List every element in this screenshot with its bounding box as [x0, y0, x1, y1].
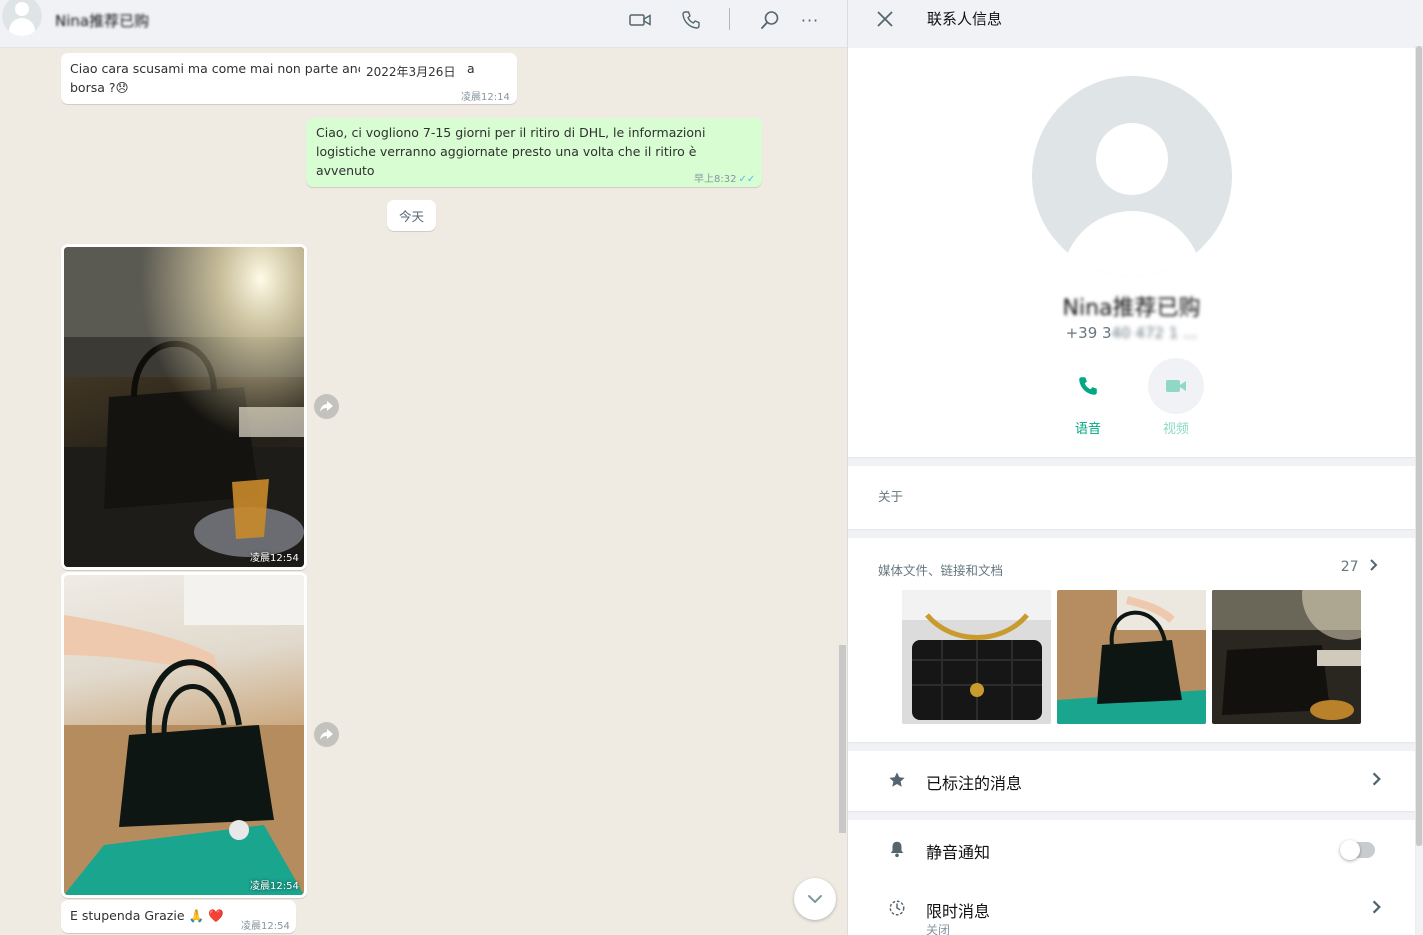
voice-call-icon — [1060, 358, 1116, 414]
message-bubble-incoming[interactable]: E stupenda Grazie 🙏 ❤️ 凌晨12:54 — [61, 900, 296, 933]
search-icon[interactable] — [756, 8, 784, 32]
chat-settings-section: 静音通知 限时消息 关闭 — [848, 820, 1415, 935]
message-text-tail: a — [467, 61, 475, 76]
voice-call-button[interactable]: 语音 — [1060, 358, 1116, 438]
date-separator: 今天 — [387, 200, 437, 231]
timer-icon — [888, 899, 908, 919]
contact-info-panel: 联系人信息 Nina推荐已购 +39 340 472 1 ... 语音 视频 关… — [847, 0, 1423, 935]
video-call-icon[interactable] — [626, 8, 654, 32]
media-section: 媒体文件、链接和文档 27 — [848, 538, 1415, 742]
starred-messages-label: 已标注的消息 — [926, 774, 1023, 793]
photo-illustration — [64, 575, 304, 895]
chevron-right-icon — [1371, 771, 1385, 789]
message-text: E stupenda Grazie — [70, 908, 185, 923]
floating-date-label: 2022年3月26日 — [360, 61, 462, 82]
mute-notifications-toggle[interactable] — [1340, 840, 1375, 860]
thumbnail-handbag-held — [1057, 590, 1206, 724]
voice-call-label: 语音 — [1074, 422, 1101, 437]
about-label: 关于 — [878, 489, 904, 504]
mute-notifications-label: 静音通知 — [926, 843, 991, 862]
message-time: 凌晨12:54 — [241, 921, 290, 932]
profile-card: Nina推荐已购 +39 340 472 1 ... 语音 视频 — [848, 48, 1415, 457]
chat-pane: Nina推荐已购 ··· Ciao cara scusami ma come m… — [0, 0, 847, 935]
contact-name: Nina推荐已购 — [1062, 296, 1201, 321]
starred-messages-row[interactable]: 已标注的消息 — [848, 753, 1415, 809]
chat-scrollbar[interactable] — [839, 645, 846, 833]
disappearing-messages-row[interactable]: 限时消息 关闭 — [848, 881, 1415, 935]
chat-header: Nina推荐已购 ··· — [0, 0, 847, 48]
mute-notifications-row[interactable]: 静音通知 — [848, 822, 1415, 878]
avatar-head-shape — [1096, 123, 1168, 195]
sad-face-emoji: 😞 — [115, 80, 129, 95]
thumbnail-handbag-cafe — [1212, 590, 1361, 724]
thumbnail-quilted-bag — [902, 590, 1051, 724]
disappearing-messages-status: 关闭 — [926, 923, 951, 935]
video-call-label: 视频 — [1162, 422, 1189, 437]
photo-handbag-held[interactable] — [64, 575, 304, 895]
message-text: Ciao, ci vogliono 7-15 giorni per il rit… — [316, 125, 706, 178]
video-call-button[interactable]: 视频 — [1148, 358, 1204, 438]
media-thumbnail[interactable] — [902, 590, 1051, 724]
bell-icon — [888, 840, 908, 860]
more-options-icon[interactable]: ··· — [796, 8, 824, 32]
praying-hands-heart-emoji: 🙏 ❤️ — [188, 908, 224, 923]
contact-info-scrollbar[interactable] — [1415, 46, 1423, 846]
star-icon — [888, 771, 908, 791]
scroll-to-bottom-button[interactable] — [794, 878, 836, 920]
contact-avatar[interactable] — [2, 0, 42, 36]
media-thumbnail[interactable] — [1212, 590, 1361, 724]
about-section: 关于 — [848, 466, 1415, 529]
voice-call-icon[interactable] — [677, 8, 705, 32]
avatar-head-shape — [15, 2, 29, 16]
media-count-link[interactable]: 27 — [1341, 558, 1379, 575]
photo-time: 凌晨12:54 — [250, 881, 299, 892]
forward-icon[interactable] — [314, 394, 339, 419]
contact-info-title: 联系人信息 — [927, 10, 1003, 28]
video-call-icon — [1148, 358, 1204, 414]
message-list: Ciao cara scusami ma come mai non parte … — [0, 48, 847, 935]
header-separator — [729, 8, 730, 30]
chevron-right-icon — [1371, 899, 1385, 917]
photo-handbag-cafe-table[interactable] — [64, 247, 304, 567]
message-meta: 早上8:32 ✓✓ — [694, 170, 755, 189]
photo-message[interactable]: 凌晨12:54 — [61, 572, 307, 898]
chevron-down-icon — [808, 895, 822, 903]
forward-icon[interactable] — [314, 722, 339, 747]
starred-messages-section: 已标注的消息 — [848, 751, 1415, 811]
scrollbar-thumb[interactable] — [1416, 46, 1422, 846]
close-icon[interactable] — [874, 8, 896, 30]
message-bubble-outgoing[interactable]: Ciao, ci vogliono 7-15 giorni per il rit… — [306, 118, 762, 187]
chevron-right-icon — [1370, 559, 1378, 571]
media-label: 媒体文件、链接和文档 — [878, 563, 1004, 578]
disappearing-messages-label: 限时消息 — [926, 902, 991, 921]
toggle-knob — [1340, 840, 1360, 860]
contact-phone: +39 340 472 1 ... — [1065, 324, 1198, 342]
photo-illustration — [64, 247, 304, 567]
media-thumbnail[interactable] — [1057, 590, 1206, 724]
photo-time: 凌晨12:54 — [250, 553, 299, 564]
contact-profile-photo[interactable] — [1032, 76, 1232, 276]
chat-contact-name[interactable]: Nina推荐已购 — [55, 10, 149, 31]
message-text: Ciao cara scusami ma come mai non parte … — [70, 61, 365, 76]
avatar-body-shape — [9, 18, 35, 36]
message-time: 凌晨12:14 — [461, 92, 510, 103]
contact-info-header: 联系人信息 — [848, 0, 1423, 46]
avatar-body-shape — [1062, 211, 1202, 276]
message-time: 早上8:32 — [694, 174, 737, 185]
photo-message[interactable]: 凌晨12:54 — [61, 244, 307, 570]
read-receipt-icon: ✓✓ — [738, 174, 756, 185]
message-text-line2: borsa ? — [70, 80, 116, 95]
